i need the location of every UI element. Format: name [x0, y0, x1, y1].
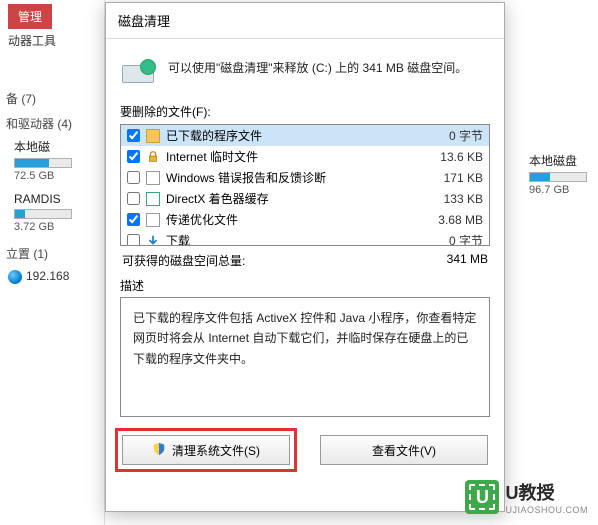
folder-icon: [146, 129, 160, 143]
file-size: 0 字节: [411, 127, 483, 144]
view-files-button[interactable]: 查看文件(V): [320, 435, 488, 465]
file-name: 下载: [166, 232, 411, 246]
page-icon: [146, 171, 160, 185]
watermark-title: U教授: [505, 483, 554, 503]
drive-size: 72.5 GB: [14, 170, 104, 182]
files-to-delete-label: 要删除的文件(F):: [120, 103, 490, 120]
drive-size: 3.72 GB: [14, 221, 104, 233]
file-size: 13.6 KB: [411, 150, 483, 164]
file-checkbox[interactable]: [127, 150, 140, 163]
globe-icon: [8, 270, 22, 284]
watermark: U U教授 UJIAOSHOU.COM: [465, 479, 588, 515]
file-size: 0 字节: [411, 232, 483, 246]
file-row[interactable]: Internet 临时文件 13.6 KB: [121, 146, 489, 167]
shield-icon: [152, 442, 166, 459]
drive-size: 96.7 GB: [529, 184, 595, 196]
watermark-url: UJIAOSHOU.COM: [505, 505, 588, 515]
dialog-title: 磁盘清理: [106, 3, 504, 39]
file-name: 传递优化文件: [166, 211, 411, 228]
directx-icon: [146, 192, 160, 206]
file-checkbox[interactable]: [127, 192, 140, 205]
network-location[interactable]: 192.168: [0, 266, 104, 287]
drive-item[interactable]: 本地磁盘 96.7 GB: [515, 150, 595, 204]
drive-label: 本地磁盘: [529, 152, 595, 169]
lock-icon: [146, 150, 160, 164]
devices-section[interactable]: 备 (7): [0, 86, 104, 111]
clean-system-files-button[interactable]: 清理系统文件(S): [122, 435, 290, 465]
file-row[interactable]: Windows 错误报告和反馈诊断 171 KB: [121, 167, 489, 188]
drive-label: 本地磁: [14, 138, 104, 155]
watermark-badge-icon: U: [465, 480, 499, 514]
description-text: 已下载的程序文件包括 ActiveX 控件和 Java 小程序，你查看特定网页时…: [120, 297, 490, 417]
drives-section[interactable]: 和驱动器 (4): [0, 111, 104, 136]
files-listbox[interactable]: 已下载的程序文件 0 字节 Internet 临时文件 13.6 KB Wind…: [120, 124, 490, 246]
drive-item[interactable]: 本地磁 72.5 GB: [0, 136, 104, 190]
drive-usage-bar: [529, 172, 587, 182]
file-checkbox[interactable]: [127, 213, 140, 226]
drive-item[interactable]: RAMDIS 3.72 GB: [0, 190, 104, 241]
file-row[interactable]: 下载 0 字节: [121, 230, 489, 246]
download-icon: [146, 234, 160, 247]
file-checkbox[interactable]: [127, 129, 140, 142]
clean-button-label: 清理系统文件(S): [172, 442, 260, 459]
file-size: 3.68 MB: [411, 213, 483, 227]
explorer-sidebar: 管理 动器工具 备 (7) 和驱动器 (4) 本地磁 72.5 GB RAMDI…: [0, 0, 105, 525]
dialog-intro: 可以使用"磁盘清理"来释放 (C:) 上的 341 MB 磁盘空间。: [168, 55, 467, 76]
file-checkbox[interactable]: [127, 171, 140, 184]
manage-tab[interactable]: 管理: [8, 4, 52, 29]
location-section[interactable]: 立置 (1): [0, 241, 104, 266]
file-size: 171 KB: [411, 171, 483, 185]
file-size: 133 KB: [411, 192, 483, 206]
disk-cleanup-dialog: 磁盘清理 可以使用"磁盘清理"来释放 (C:) 上的 341 MB 磁盘空间。 …: [105, 2, 505, 512]
drive-label: RAMDIS: [14, 192, 104, 206]
file-checkbox[interactable]: [127, 234, 140, 246]
file-row[interactable]: 已下载的程序文件 0 字节: [121, 125, 489, 146]
file-name: DirectX 着色器缓存: [166, 190, 411, 207]
file-name: 已下载的程序文件: [166, 127, 411, 144]
network-label: 192.168: [26, 269, 69, 283]
optimization-icon: [146, 213, 160, 227]
drive-tools-label: 动器工具: [0, 29, 104, 52]
file-row[interactable]: DirectX 着色器缓存 133 KB: [121, 188, 489, 209]
drive-usage-bar: [14, 209, 72, 219]
total-space-label: 可获得的磁盘空间总量:: [122, 252, 245, 269]
description-label: 描述: [120, 277, 490, 294]
total-space-value: 341 MB: [447, 252, 488, 269]
file-name: Internet 临时文件: [166, 148, 411, 165]
file-row[interactable]: 传递优化文件 3.68 MB: [121, 209, 489, 230]
view-button-label: 查看文件(V): [372, 442, 436, 459]
disk-cleanup-icon: [122, 55, 158, 83]
file-name: Windows 错误报告和反馈诊断: [166, 169, 411, 186]
drive-usage-bar: [14, 158, 72, 168]
